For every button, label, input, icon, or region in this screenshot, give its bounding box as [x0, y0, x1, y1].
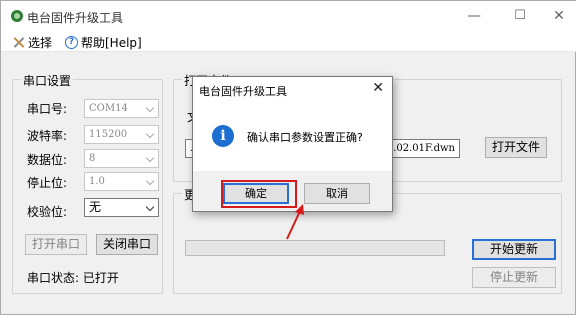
databits-value: 8: [89, 153, 96, 164]
close-port-button[interactable]: 关闭串口: [96, 234, 158, 255]
chevron-down-icon: [145, 176, 155, 186]
tools-icon: [12, 36, 25, 49]
menu-select-label: 选择: [28, 36, 53, 50]
stopbits-select[interactable]: 1.0: [84, 172, 159, 191]
menu-help-label: 帮助[Help]: [81, 36, 142, 50]
port-status: 串口状态: 已打开: [27, 271, 119, 285]
minimize-icon[interactable]: —: [460, 5, 488, 27]
chevron-down-icon: [145, 103, 155, 113]
parity-value: 无: [89, 200, 102, 214]
cancel-button[interactable]: 取消: [304, 183, 370, 204]
title-bar: 电台固件升级工具 — ☐ ✕: [1, 1, 576, 31]
parity-select[interactable]: 无: [84, 198, 159, 217]
port-label: 串口号:: [27, 102, 68, 116]
dialog-message: 确认串口参数设置正确?: [247, 131, 363, 144]
app-icon: [11, 10, 23, 22]
maximize-icon[interactable]: ☐: [506, 5, 534, 27]
serial-settings-title: 串口设置: [21, 72, 74, 89]
port-select[interactable]: COM14: [84, 99, 159, 118]
open-port-button[interactable]: 打开串口: [25, 234, 87, 255]
close-icon[interactable]: ✕: [372, 80, 384, 96]
stopbits-value: 1.0: [89, 176, 105, 187]
update-progress-bar: [185, 240, 445, 256]
menu-help[interactable]: ? 帮助[Help]: [65, 34, 142, 51]
stop-update-button[interactable]: 停止更新: [472, 267, 556, 288]
databits-select[interactable]: 8: [84, 149, 159, 168]
open-file-button[interactable]: 打开文件: [485, 137, 547, 158]
window-title: 电台固件升级工具: [27, 11, 124, 25]
chevron-down-icon: [145, 202, 155, 212]
file-path-suffix: 1.02.01F.dwn: [386, 143, 455, 154]
baud-label: 波特率:: [27, 129, 68, 143]
dialog-title: 电台固件升级工具: [199, 85, 287, 98]
help-icon: ?: [65, 36, 78, 49]
menu-select[interactable]: 选择: [12, 34, 52, 51]
baud-value: 115200: [89, 129, 128, 140]
menu-bar: 选择 ? 帮助[Help]: [1, 31, 576, 52]
stopbits-label: 停止位:: [27, 176, 68, 190]
databits-label: 数据位:: [27, 153, 68, 167]
chevron-down-icon: [145, 153, 155, 163]
dialog-body: i 确认串口参数设置正确?: [193, 101, 392, 171]
chevron-down-icon: [145, 129, 155, 139]
start-update-button[interactable]: 开始更新: [472, 239, 556, 260]
close-icon[interactable]: ✕: [545, 5, 573, 27]
parity-label: 校验位:: [27, 205, 68, 219]
port-value: COM14: [89, 103, 128, 114]
baud-select[interactable]: 115200: [84, 125, 159, 144]
info-icon: i: [212, 125, 234, 147]
dialog-title-bar: 电台固件升级工具 ✕: [193, 77, 392, 101]
annotation-arrow-icon: [286, 204, 304, 240]
